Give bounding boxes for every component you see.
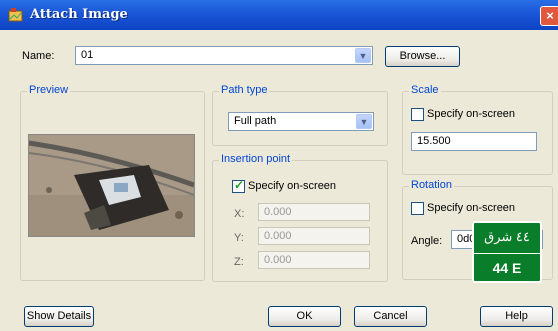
name-label: Name: bbox=[22, 50, 55, 62]
path-type-value: Full path bbox=[234, 115, 277, 127]
rotation-specify-label: Specify on-screen bbox=[427, 202, 516, 214]
window-title: Attach Image bbox=[30, 7, 128, 22]
x-field[interactable]: 0.000 bbox=[258, 203, 370, 221]
insertion-specify-checkbox[interactable] bbox=[232, 178, 245, 193]
chevron-down-icon[interactable]: ▼ bbox=[355, 48, 371, 63]
insertion-specify-label: Specify on-screen bbox=[248, 180, 337, 192]
scale-specify-checkbox[interactable] bbox=[411, 108, 424, 121]
z-label: Z: bbox=[234, 256, 244, 268]
insertion-point-title: Insertion point bbox=[219, 153, 293, 165]
aerial-photo-icon bbox=[29, 135, 194, 236]
rotation-specify-checkbox[interactable] bbox=[411, 202, 424, 215]
z-field[interactable]: 0.000 bbox=[258, 251, 370, 269]
road-sign-overlay: ٤٤ شرق 44 E bbox=[472, 221, 542, 283]
close-button[interactable]: × bbox=[540, 6, 558, 26]
path-type-dropdown[interactable]: Full path ▼ bbox=[228, 112, 374, 131]
y-field[interactable]: 0.000 bbox=[258, 227, 370, 245]
scale-specify-label: Specify on-screen bbox=[427, 108, 516, 120]
name-value: 01 bbox=[81, 49, 94, 61]
name-dropdown[interactable]: 01 ▼ bbox=[75, 46, 373, 65]
x-label: X: bbox=[234, 208, 245, 220]
road-sign-english: 44 E bbox=[492, 260, 522, 276]
preview-image bbox=[28, 134, 195, 237]
road-sign-arabic: ٤٤ شرق bbox=[474, 223, 540, 254]
cancel-button[interactable]: Cancel bbox=[354, 306, 427, 327]
chevron-down-icon[interactable]: ▼ bbox=[356, 114, 372, 129]
preview-title: Preview bbox=[27, 84, 71, 96]
ok-button[interactable]: OK bbox=[268, 306, 341, 327]
image-attach-icon bbox=[8, 8, 23, 22]
scale-title: Scale bbox=[409, 84, 441, 96]
title-bar[interactable]: Attach Image × bbox=[0, 0, 558, 30]
browse-button[interactable]: Browse... bbox=[385, 46, 460, 67]
rotation-title: Rotation bbox=[409, 179, 454, 191]
path-type-title: Path type bbox=[219, 84, 270, 96]
help-button[interactable]: Help bbox=[480, 306, 553, 327]
angle-label: Angle: bbox=[411, 235, 443, 247]
scale-field[interactable]: 15.500 bbox=[411, 132, 537, 151]
y-label: Y: bbox=[234, 232, 244, 244]
show-details-button[interactable]: Show Details bbox=[24, 306, 94, 327]
